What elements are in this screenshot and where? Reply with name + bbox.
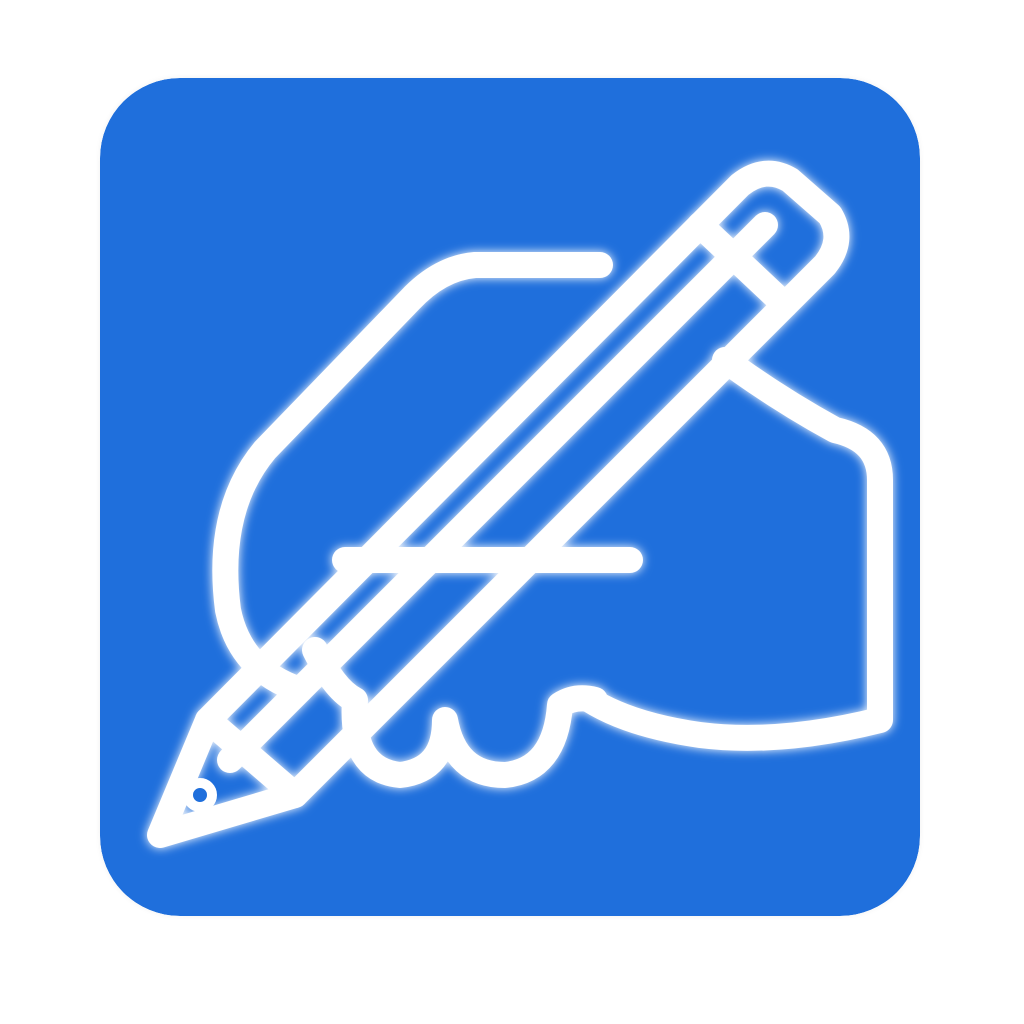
desktop-background	[0, 0, 1024, 1024]
handwriting-pencil-icon	[100, 78, 920, 916]
pencil-lead-point	[183, 778, 217, 812]
handwriting-app-icon[interactable]	[100, 78, 920, 916]
